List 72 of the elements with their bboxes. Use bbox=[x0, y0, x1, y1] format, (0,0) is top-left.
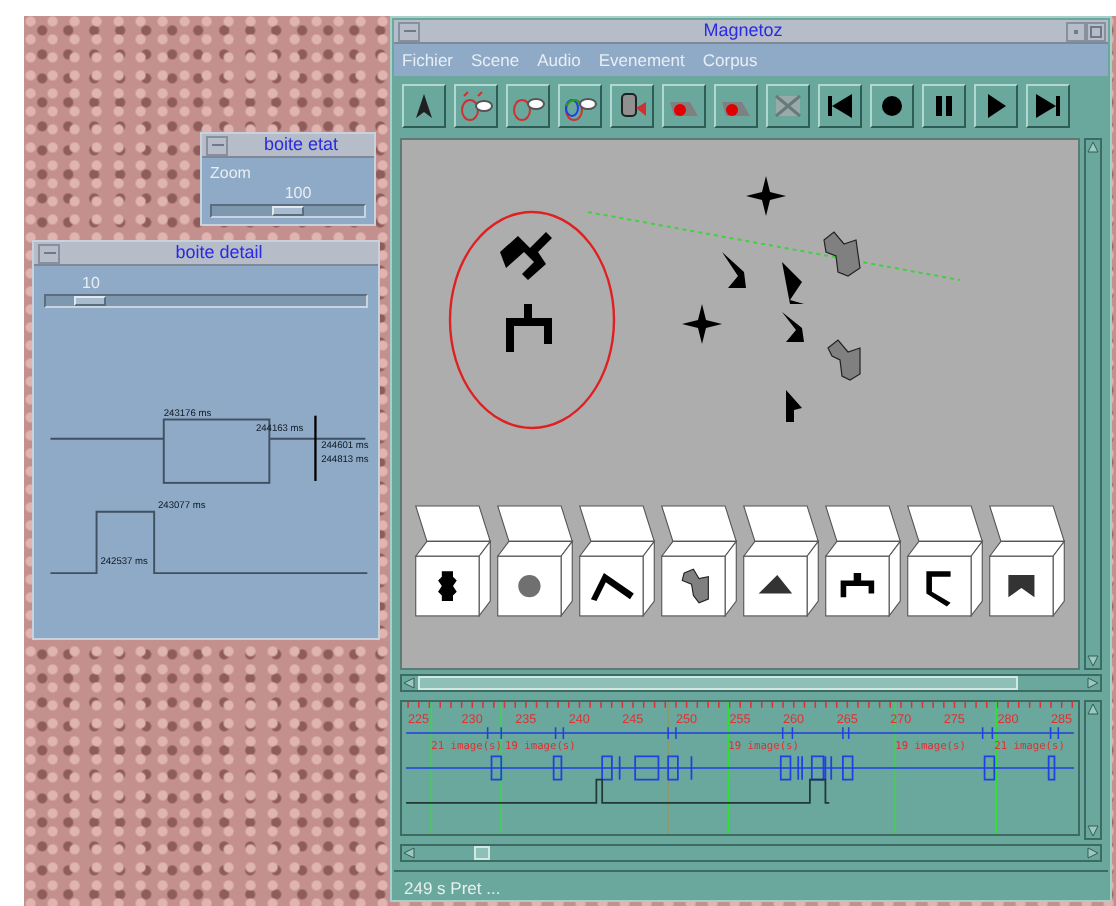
fork-shape bbox=[506, 304, 552, 352]
right-arrow-icon[interactable] bbox=[1084, 676, 1100, 690]
menu-item[interactable]: Corpus bbox=[702, 47, 758, 73]
status-bar: 249 s Pret ... bbox=[394, 870, 1108, 900]
blob-shape bbox=[823, 231, 861, 277]
window-title: Magnetoz bbox=[701, 20, 785, 42]
menu-item[interactable]: Evenement bbox=[598, 47, 685, 73]
arrowhead-shape bbox=[786, 390, 802, 422]
wedge-shape bbox=[722, 252, 746, 288]
rewind-icon bbox=[822, 90, 858, 122]
dash-icon bbox=[43, 251, 55, 255]
up-arrow-icon[interactable] bbox=[1086, 140, 1100, 156]
lasso-group-icon bbox=[458, 90, 494, 122]
blob-symbol bbox=[681, 568, 709, 604]
zoom-label: Zoom bbox=[210, 164, 253, 184]
triangle-symbol bbox=[758, 574, 793, 594]
marker-line bbox=[894, 701, 897, 835]
slider-thumb[interactable] bbox=[272, 206, 304, 216]
scrollbar[interactable] bbox=[1084, 700, 1102, 840]
square-icon bbox=[1090, 25, 1102, 37]
notch-symbol bbox=[1008, 574, 1035, 598]
down-arrow-icon[interactable] bbox=[1086, 652, 1100, 668]
toolbar-button[interactable] bbox=[402, 84, 446, 128]
zigzag-shape bbox=[500, 232, 552, 280]
menu-item[interactable]: Fichier bbox=[402, 47, 454, 73]
toolbar-button[interactable] bbox=[454, 84, 498, 128]
dash-icon bbox=[403, 29, 415, 33]
chevron-symbol bbox=[590, 573, 634, 601]
left-arrow-icon[interactable] bbox=[402, 846, 418, 860]
marker-line bbox=[995, 701, 997, 835]
cursor-line bbox=[314, 415, 317, 481]
toolbar-button[interactable] bbox=[1026, 84, 1070, 128]
marker-line bbox=[430, 701, 433, 835]
left-arrow-icon[interactable] bbox=[402, 676, 418, 690]
totem-symbol bbox=[438, 571, 457, 601]
crossed-box-icon bbox=[770, 90, 806, 122]
marker-line bbox=[727, 701, 730, 835]
disc-symbol bbox=[518, 574, 541, 598]
right-arrow-icon[interactable] bbox=[1084, 846, 1100, 860]
window-title: boite detail bbox=[173, 242, 265, 264]
scene-canvas[interactable] bbox=[400, 138, 1080, 670]
toolbar-button[interactable] bbox=[974, 84, 1018, 128]
scrollbar[interactable] bbox=[400, 844, 1102, 862]
scrollbar[interactable] bbox=[1084, 138, 1102, 670]
toolbar-button[interactable] bbox=[818, 84, 862, 128]
menu-item[interactable]: Audio bbox=[537, 47, 581, 73]
scrollbar-thumb[interactable] bbox=[418, 676, 1018, 690]
toolbar-button[interactable] bbox=[558, 84, 602, 128]
scrollbar[interactable] bbox=[400, 674, 1102, 692]
toolbar-button[interactable] bbox=[610, 84, 654, 128]
blob-shape bbox=[827, 339, 861, 381]
down-arrow-icon[interactable] bbox=[1086, 822, 1100, 838]
toolbar-button[interactable] bbox=[506, 84, 550, 128]
scrollbar-thumb[interactable] bbox=[474, 846, 490, 860]
star-shape bbox=[682, 304, 722, 344]
slider[interactable] bbox=[44, 294, 368, 308]
up-arrow-icon[interactable] bbox=[1086, 702, 1100, 718]
fast-forward-icon bbox=[1030, 90, 1066, 122]
slider[interactable] bbox=[210, 204, 366, 218]
menu-item[interactable]: Scene bbox=[471, 47, 520, 73]
slider-value: 10 bbox=[82, 274, 102, 294]
window-title: boite etat bbox=[261, 134, 341, 156]
toolbar-button[interactable] bbox=[922, 84, 966, 128]
wedge-shape bbox=[782, 312, 804, 342]
fork-symbol bbox=[840, 573, 875, 598]
dash-icon bbox=[211, 143, 223, 147]
slider-value: 100 bbox=[284, 184, 312, 202]
hook-symbol bbox=[926, 571, 951, 607]
slider-thumb[interactable] bbox=[74, 296, 107, 306]
wedge-shape bbox=[782, 262, 804, 304]
toolbar-button[interactable] bbox=[870, 84, 914, 128]
star-shape bbox=[746, 176, 786, 216]
